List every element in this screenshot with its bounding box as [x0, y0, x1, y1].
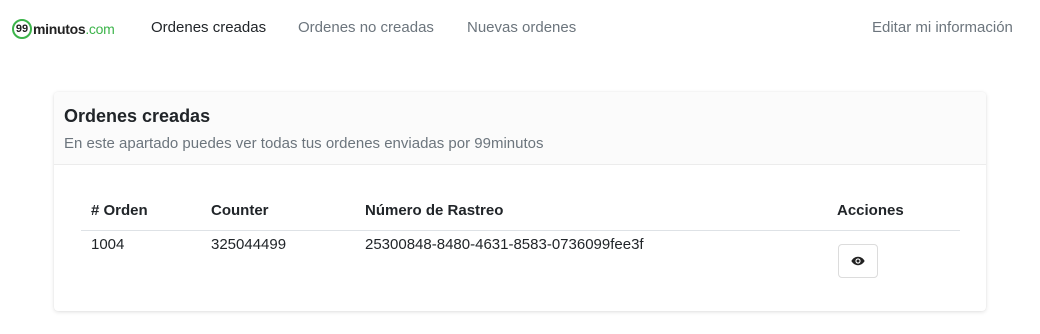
logo-badge: 99: [12, 19, 32, 39]
column-header-tracking: Número de Rastreo: [365, 202, 504, 219]
top-navbar: 99 minutos.com Ordenes creadas Ordenes n…: [0, 0, 1040, 60]
logo-suffix: .com: [85, 21, 115, 37]
cell-counter: 325044499: [211, 236, 287, 253]
logo-name: minutos: [33, 21, 86, 37]
column-header-counter: Counter: [211, 202, 269, 219]
card-header: Ordenes creadas En este apartado puedes …: [54, 92, 986, 165]
logo-number: 99: [15, 23, 29, 35]
column-header-actions: Acciones: [837, 202, 904, 219]
eye-icon: [851, 256, 865, 266]
cell-tracking: 25300848-8480-4631-8583-0736099fee3f: [365, 236, 644, 253]
orders-card: Ordenes creadas En este apartado puedes …: [54, 92, 986, 311]
brand-logo[interactable]: 99 minutos.com: [12, 17, 115, 41]
card-subtitle: En este apartado puedes ver todas tus or…: [64, 135, 544, 152]
cell-order: 1004: [91, 236, 125, 253]
view-order-button[interactable]: [838, 244, 878, 278]
nav-nuevas-ordenes[interactable]: Nuevas ordenes: [467, 19, 576, 36]
nav-ordenes-creadas[interactable]: Ordenes creadas: [151, 19, 266, 36]
card-title: Ordenes creadas: [64, 106, 211, 126]
logo-wordmark: minutos.com: [33, 21, 115, 37]
nav-ordenes-no-creadas[interactable]: Ordenes no creadas: [298, 19, 434, 36]
edit-profile-link[interactable]: Editar mi información: [872, 19, 1013, 36]
table-header-divider: [81, 230, 960, 231]
column-header-order: # Orden: [91, 202, 148, 219]
